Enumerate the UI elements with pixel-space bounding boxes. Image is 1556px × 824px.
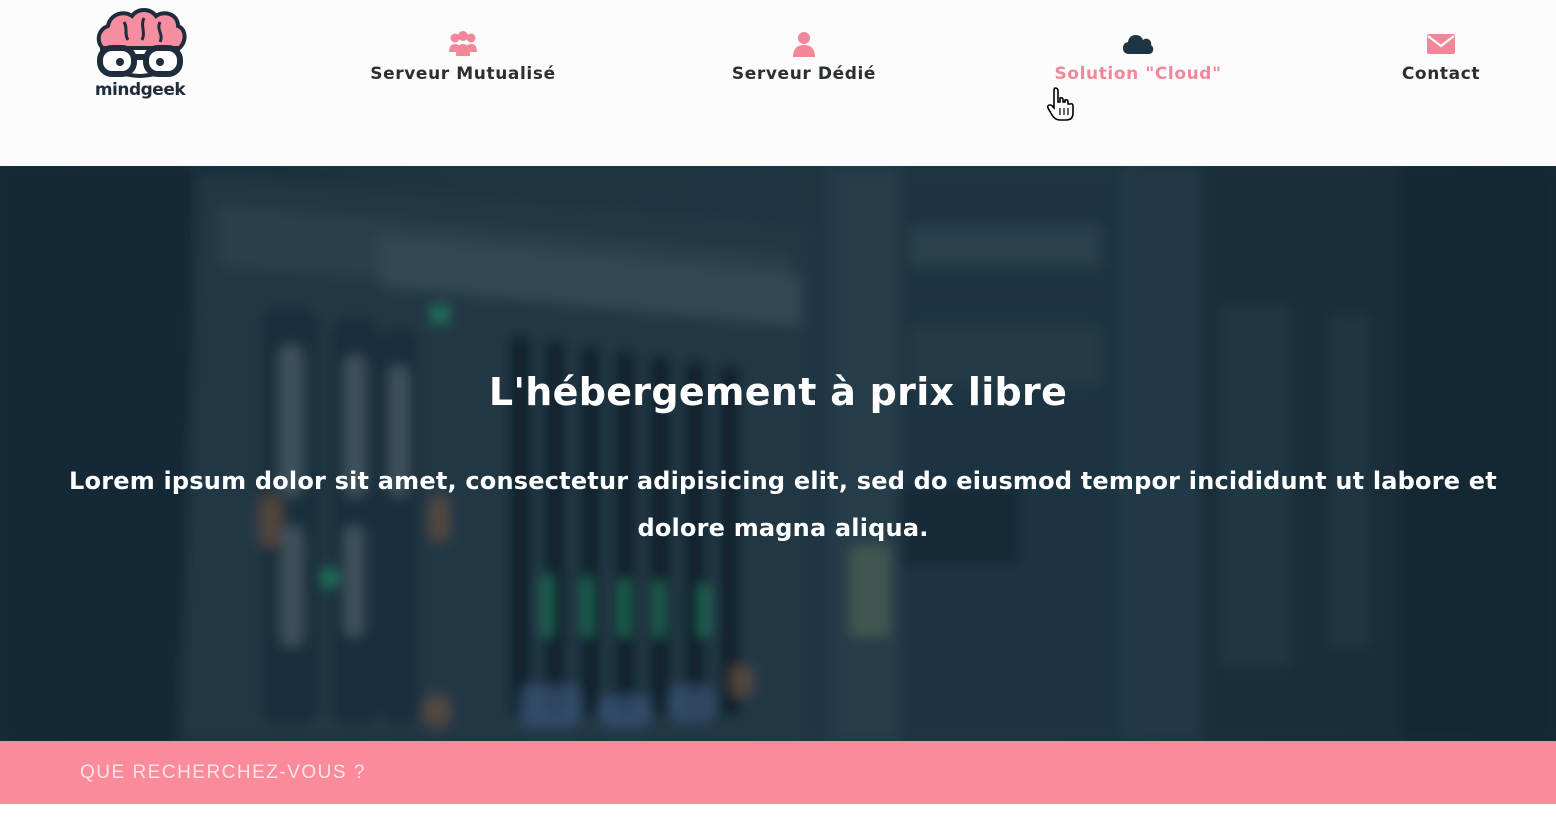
nav-item-serveur-mutualise[interactable]: Serveur Mutualisé [366,30,560,100]
nav-item-serveur-dedie[interactable]: Serveur Dédié [728,30,880,100]
page-bottom [0,804,1556,824]
nav-item-contact[interactable]: Contact [1396,30,1486,100]
logo-text: mindgeek [94,80,186,100]
nav-label: Serveur Mutualisé [370,64,556,84]
hero-banner: L'hébergement à prix libre Lorem ipsum d… [0,166,1556,741]
site-logo[interactable]: mindgeek [88,8,192,104]
hero-overlay [0,166,1556,741]
hand-cursor-icon [1046,87,1074,121]
brain-glasses-icon [96,8,187,79]
envelope-icon [1425,30,1457,58]
cloud-icon [1122,30,1154,58]
nav-label: Solution "Cloud" [1054,64,1222,84]
site-header: mindgeek Serveur Mutualisé Serveur Dédié [0,0,1556,166]
hero-title: L'hébergement à prix libre [488,370,1068,414]
search-input[interactable] [60,741,1500,804]
hero-text: Lorem ipsum dolor sit amet, consectetur … [69,467,1497,542]
search-bar [0,741,1556,804]
user-icon [788,30,820,58]
nav-label: Contact [1401,64,1481,84]
nav-label: Serveur Dédié [731,64,877,84]
users-icon [447,30,479,58]
